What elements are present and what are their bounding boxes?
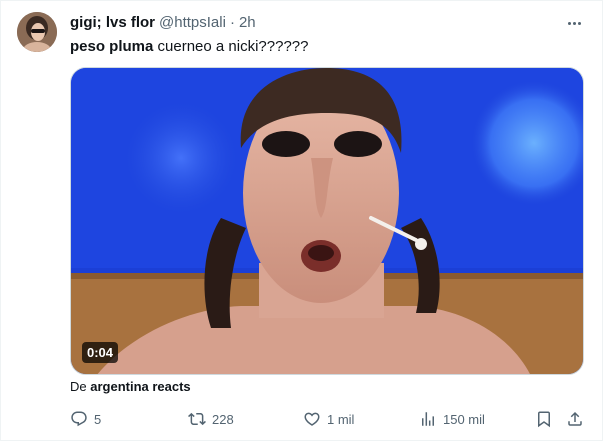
tweet-actions: 5 228 1 mil 150 mil	[1, 405, 603, 433]
media-source-attribution: De argentina reacts	[70, 378, 191, 396]
timestamp[interactable]: 2h	[239, 13, 256, 33]
reply-icon	[71, 411, 87, 427]
bookmark-icon	[538, 411, 550, 428]
source-account-link[interactable]: argentina reacts	[90, 379, 190, 394]
video-duration-badge: 0:04	[82, 342, 119, 363]
reply-count: 5	[94, 411, 102, 427]
retweet-count: 228	[212, 411, 234, 427]
more-options-button[interactable]	[563, 13, 585, 33]
more-horizontal-icon	[567, 21, 571, 25]
tweet-text: peso pluma cuerneo a nicki??????	[70, 37, 308, 57]
retweet-button[interactable]: 228	[188, 405, 234, 433]
tweet-text-bold: peso pluma	[70, 38, 154, 55]
reply-button[interactable]: 5	[70, 405, 101, 433]
tweet-text-rest: cuerneo a nicki??????	[153, 38, 309, 55]
views-button[interactable]: 150 mil	[419, 405, 485, 433]
like-button[interactable]: 1 mil	[303, 405, 354, 433]
tweet-card[interactable]: gigi; lvs flor @httpsIali · 2h peso plum…	[0, 0, 603, 441]
source-prefix: De	[70, 379, 91, 394]
bookmark-button[interactable]	[535, 405, 553, 433]
heart-icon	[304, 412, 320, 426]
analytics-icon	[422, 412, 434, 426]
display-name[interactable]: gigi; lvs flor	[70, 13, 155, 33]
separator-dot: ·	[229, 14, 235, 31]
view-count: 150 mil	[443, 411, 485, 427]
tweet-header: gigi; lvs flor @httpsIali · 2h	[70, 13, 256, 33]
retweet-icon	[188, 412, 206, 426]
video-player[interactable]	[70, 67, 584, 375]
like-count: 1 mil	[327, 411, 355, 427]
share-icon	[568, 411, 582, 426]
avatar-image	[17, 12, 57, 52]
avatar[interactable]	[17, 12, 57, 52]
share-button[interactable]	[566, 405, 584, 433]
video-thumbnail	[71, 68, 583, 374]
user-handle[interactable]: @httpsIali	[159, 13, 226, 33]
